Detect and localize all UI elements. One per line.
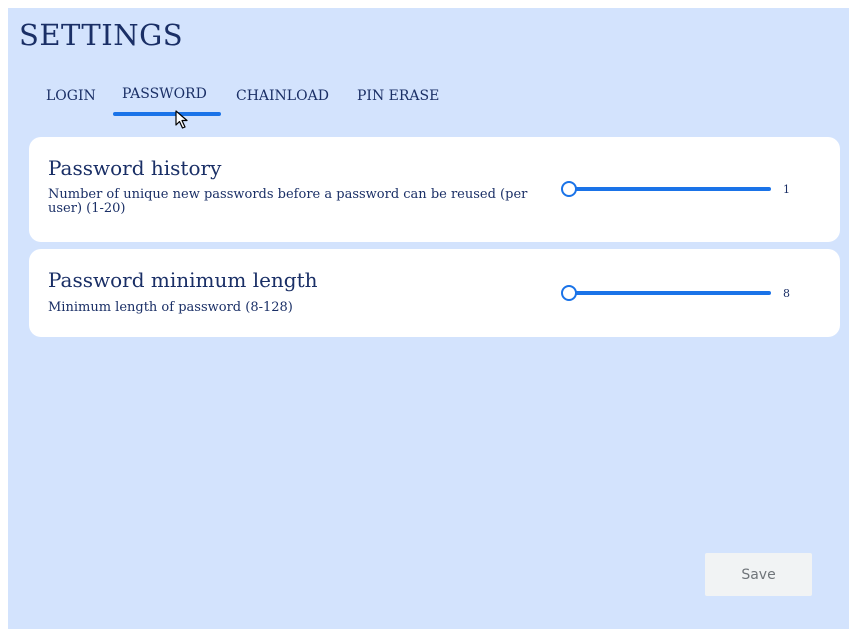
slider-value: 8: [783, 287, 790, 300]
tab-password[interactable]: PASSWORD: [122, 86, 207, 102]
password-history-card: Password history Number of unique new pa…: [29, 137, 840, 242]
setting-description: Number of unique new passwords before a …: [48, 187, 528, 216]
page-title: SETTINGS: [19, 18, 184, 52]
slider-thumb[interactable]: [561, 181, 577, 197]
setting-title: Password minimum length: [48, 268, 318, 292]
slider-value: 1: [783, 183, 790, 196]
tab-chainload[interactable]: CHAINLOAD: [236, 88, 329, 104]
setting-description: Minimum length of password (8-128): [48, 300, 293, 315]
save-button[interactable]: Save: [705, 553, 812, 596]
slider-track: [569, 187, 771, 191]
settings-panel: SETTINGS LOGIN PASSWORD CHAINLOAD PIN ER…: [8, 8, 849, 629]
setting-title: Password history: [48, 156, 222, 180]
password-minimum-length-slider[interactable]: [561, 284, 771, 302]
password-minimum-length-card: Password minimum length Minimum length o…: [29, 249, 840, 337]
tab-pin-erase[interactable]: PIN ERASE: [357, 88, 439, 104]
mouse-pointer-icon: [175, 110, 188, 129]
tab-login[interactable]: LOGIN: [46, 88, 96, 104]
slider-track: [569, 291, 771, 295]
slider-thumb[interactable]: [561, 285, 577, 301]
password-history-slider[interactable]: [561, 180, 771, 198]
active-tab-indicator: [113, 112, 221, 116]
